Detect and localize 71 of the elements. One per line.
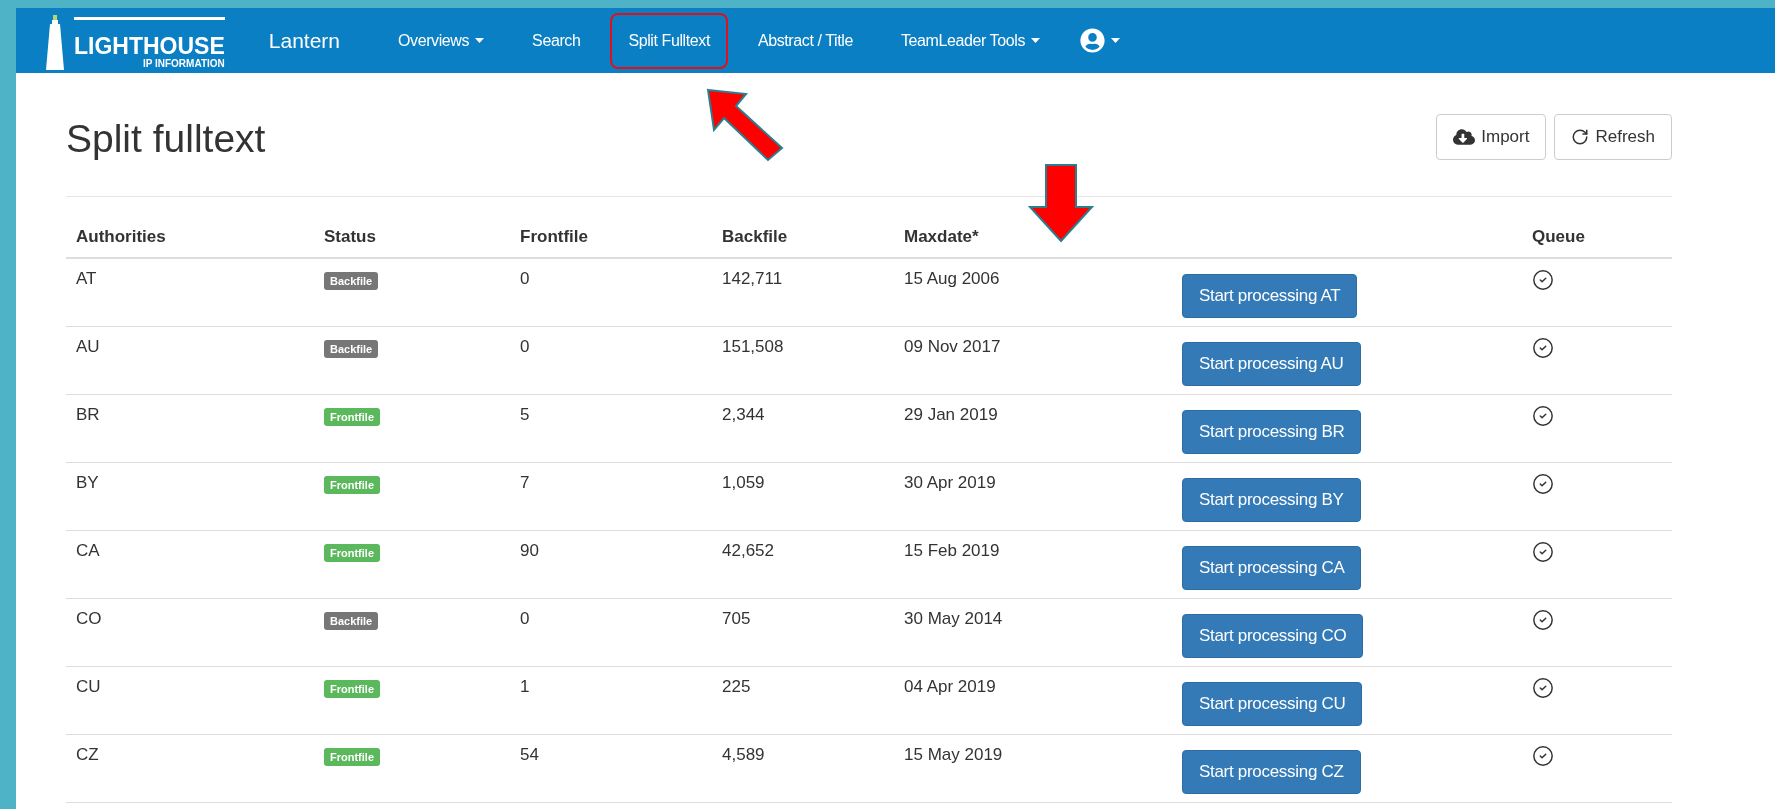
status-label: Frontfile xyxy=(324,544,380,562)
user-icon[interactable] xyxy=(1080,28,1105,53)
table-cell: 151,508 xyxy=(712,326,894,395)
table-cell: 15 Feb 2019 xyxy=(894,530,1172,599)
start-processing-button[interactable]: Start processing CU xyxy=(1182,682,1363,726)
table-cell: 30 Apr 2019 xyxy=(894,462,1172,531)
refresh-button[interactable]: Refresh xyxy=(1554,113,1672,160)
table-cell: 30 May 2014 xyxy=(894,598,1172,667)
column-header: Authorities xyxy=(66,197,314,258)
status-label: Backfile xyxy=(324,612,379,630)
brand-link[interactable]: Lantern xyxy=(268,28,340,53)
table-cell: 04 Apr 2019 xyxy=(894,666,1172,735)
column-header: Queue xyxy=(1522,197,1672,258)
start-processing-button[interactable]: Start processing BY xyxy=(1182,478,1361,522)
start-processing-button[interactable]: Start processing CO xyxy=(1182,614,1364,658)
column-header: Backfile xyxy=(712,197,894,258)
logo-subtitle: IP INFORMATION xyxy=(142,57,225,70)
nav-link[interactable]: Search xyxy=(514,12,599,69)
refresh-icon xyxy=(1571,127,1590,146)
table-cell: 90 xyxy=(510,530,712,599)
table-cell: 225 xyxy=(712,666,894,735)
table-cell: 15 May 2019 xyxy=(894,734,1172,803)
status-label: Frontfile xyxy=(324,476,380,494)
table-cell: BY xyxy=(66,462,314,531)
table-cell: 54 xyxy=(510,734,712,803)
table-cell: 2,344 xyxy=(712,394,894,463)
table-cell: 142,711 xyxy=(712,258,894,327)
table-cell: CZ xyxy=(66,734,314,803)
table-cell: CA xyxy=(66,530,314,599)
status-label: Backfile xyxy=(324,272,379,290)
table-cell: AT xyxy=(66,258,314,327)
table-cell: 0 xyxy=(510,598,712,667)
table-cell: 1,059 xyxy=(712,462,894,531)
table-cell: 4,589 xyxy=(712,734,894,803)
arrow-icon xyxy=(1028,163,1094,243)
nav-link[interactable]: Abstract / Title xyxy=(739,12,871,69)
table-cell: 0 xyxy=(510,326,712,395)
table-cell: AU xyxy=(66,326,314,395)
column-header: Frontfile xyxy=(510,197,712,258)
table-cell: 29 Jan 2019 xyxy=(894,394,1172,463)
table-cell: 1 xyxy=(510,666,712,735)
start-processing-button[interactable]: Start processing AT xyxy=(1182,274,1358,318)
lighthouse-logo[interactable]: LIGHTHOUSE IP INFORMATION xyxy=(44,11,225,70)
start-processing-button[interactable]: Start processing AU xyxy=(1182,342,1361,386)
column-header: Status xyxy=(314,197,510,258)
table-cell: 705 xyxy=(712,598,894,667)
nav-link[interactable]: Overviews xyxy=(380,12,503,69)
nav-link[interactable]: Split Fulltext xyxy=(610,12,728,69)
status-label: Frontfile xyxy=(324,680,380,698)
logo-title: LIGHTHOUSE xyxy=(74,33,225,58)
table-cell: BR xyxy=(66,394,314,463)
start-processing-button[interactable]: Start processing BR xyxy=(1182,410,1362,454)
table-cell: CO xyxy=(66,598,314,667)
table-cell: 7 xyxy=(510,462,712,531)
lighthouse-icon xyxy=(44,13,66,70)
table-cell: 0 xyxy=(510,258,712,327)
status-label: Frontfile xyxy=(324,748,380,766)
status-label: Backfile xyxy=(324,340,379,358)
import-button[interactable]: Import xyxy=(1436,113,1547,160)
page-title: Split fulltext xyxy=(66,116,266,161)
start-processing-button[interactable]: Start processing CZ xyxy=(1182,750,1361,794)
nav-link[interactable]: TeamLeader Tools xyxy=(882,12,1058,69)
status-label: Frontfile xyxy=(324,408,380,426)
caret-icon xyxy=(1111,38,1120,43)
table-cell: 15 Aug 2006 xyxy=(894,258,1172,327)
table-cell: 09 Nov 2017 xyxy=(894,326,1172,395)
table-cell: 5 xyxy=(510,394,712,463)
arrow-icon xyxy=(706,88,786,163)
table-cell: CU xyxy=(66,666,314,735)
table-cell: 42,652 xyxy=(712,530,894,599)
start-processing-button[interactable]: Start processing CA xyxy=(1182,546,1362,590)
